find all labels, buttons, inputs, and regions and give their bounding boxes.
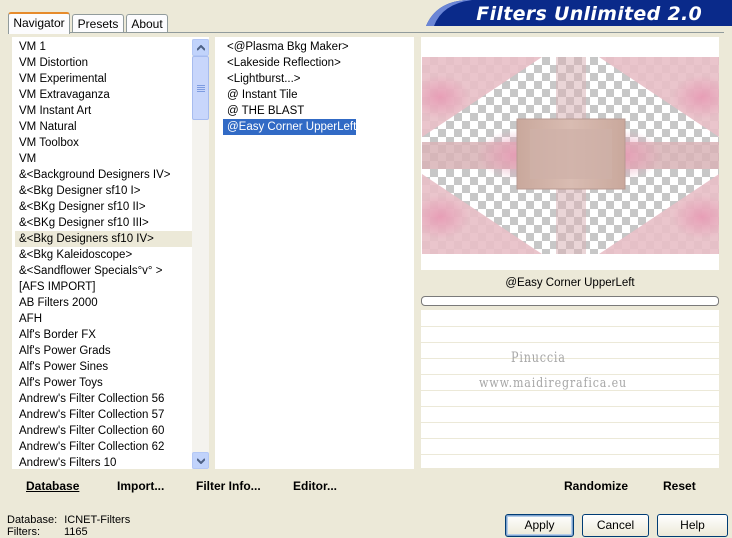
category-item[interactable]: [AFS IMPORT] bbox=[15, 279, 193, 295]
import-button[interactable]: Import... bbox=[117, 479, 164, 493]
filter-item[interactable]: <Lightburst...> bbox=[223, 71, 356, 87]
category-item[interactable]: VM 1 bbox=[15, 39, 193, 55]
category-item[interactable]: VM Extravaganza bbox=[15, 87, 193, 103]
filter-list[interactable]: <@Plasma Bkg Maker> <Lakeside Reflection>… bbox=[223, 39, 357, 135]
scroll-up-button[interactable] bbox=[192, 39, 209, 56]
filter-info-button[interactable]: Filter Info... bbox=[196, 479, 261, 493]
filter-item[interactable]: @ THE BLAST bbox=[223, 103, 356, 119]
grip-icon bbox=[197, 85, 205, 93]
category-item[interactable]: &<Background Designers IV> bbox=[15, 167, 193, 183]
preview-artwork bbox=[422, 57, 719, 254]
title-band: Filters Unlimited 2.0 bbox=[426, 0, 732, 26]
cancel-button[interactable]: Cancel bbox=[582, 514, 649, 537]
slider-track[interactable] bbox=[421, 454, 719, 455]
filter-list-panel: <@Plasma Bkg Maker> <Lakeside Reflection>… bbox=[215, 37, 414, 469]
import-label: Import... bbox=[117, 479, 165, 493]
category-item[interactable]: VM bbox=[15, 151, 193, 167]
chevron-up-icon bbox=[197, 45, 205, 51]
chevron-down-icon bbox=[197, 458, 205, 464]
category-scrollbar[interactable] bbox=[192, 39, 209, 469]
tab-navigator[interactable]: Navigator bbox=[8, 12, 70, 34]
database-label: Database bbox=[26, 479, 80, 493]
category-item[interactable]: &<Sandflower Specials°v° > bbox=[15, 263, 193, 279]
category-list[interactable]: VM 1 VM Distortion VM Experimental VM Extra… bbox=[15, 39, 193, 471]
category-item[interactable]: &<Bkg Designer sf10 I> bbox=[15, 183, 193, 199]
scroll-thumb[interactable] bbox=[192, 56, 209, 120]
filters-count-info: Filters: 1165 bbox=[7, 526, 88, 538]
filter-info-label: Filter Info... bbox=[196, 479, 261, 493]
tab-border bbox=[8, 32, 724, 33]
category-item[interactable]: VM Distortion bbox=[15, 55, 193, 71]
category-item[interactable]: Alf's Power Grads bbox=[15, 343, 193, 359]
category-item[interactable]: Andrew's Filter Collection 60 bbox=[15, 423, 193, 439]
category-item[interactable]: Alf's Power Sines bbox=[15, 359, 193, 375]
category-item[interactable]: AB Filters 2000 bbox=[15, 295, 193, 311]
category-item[interactable]: &<Bkg Designers sf10 IV> bbox=[15, 231, 193, 247]
tab-about[interactable]: About bbox=[126, 14, 168, 33]
selected-filter-name: @Easy Corner UpperLeft bbox=[421, 272, 719, 294]
apply-button[interactable]: Apply bbox=[505, 514, 574, 537]
database-button[interactable]: Database bbox=[26, 479, 79, 493]
tab-presets[interactable]: Presets bbox=[72, 14, 124, 33]
filters-count-label: Filters: bbox=[7, 526, 40, 538]
filters-count-value: 1165 bbox=[64, 526, 88, 538]
database-info: Database: ICNET-Filters bbox=[7, 514, 130, 526]
slider-track[interactable] bbox=[421, 342, 719, 343]
editor-label: Editor... bbox=[293, 479, 338, 493]
category-item[interactable]: Andrew's Filters 10 bbox=[15, 455, 193, 471]
randomize-label: Randomize bbox=[564, 479, 629, 493]
category-item[interactable]: VM Toolbox bbox=[15, 135, 193, 151]
category-item[interactable]: VM Natural bbox=[15, 119, 193, 135]
watermark-line1: Pinuccia bbox=[511, 350, 566, 366]
category-item[interactable]: Alf's Border FX bbox=[15, 327, 193, 343]
reset-label: Reset bbox=[663, 479, 696, 493]
filter-item[interactable]: <@Plasma Bkg Maker> bbox=[223, 39, 356, 55]
watermark-line2: www.maidiregrafica.eu bbox=[479, 376, 627, 391]
slider-track[interactable] bbox=[421, 358, 719, 359]
filter-item[interactable]: <Lakeside Reflection> bbox=[223, 55, 356, 71]
filter-item[interactable]: @Easy Corner UpperLeft bbox=[223, 119, 357, 135]
database-info-label: Database: bbox=[7, 514, 58, 526]
slider-track[interactable] bbox=[421, 326, 719, 327]
category-item[interactable]: Andrew's Filter Collection 56 bbox=[15, 391, 193, 407]
randomize-button[interactable]: Randomize bbox=[564, 479, 628, 493]
category-item[interactable]: Andrew's Filter Collection 57 bbox=[15, 407, 193, 423]
app-title: Filters Unlimited 2.0 bbox=[476, 3, 702, 25]
help-button[interactable]: Help bbox=[657, 514, 728, 537]
category-item[interactable]: &<BKg Designer sf10 III> bbox=[15, 215, 193, 231]
reset-button[interactable]: Reset bbox=[663, 479, 696, 493]
category-item[interactable]: Andrew's Filter Collection 62 bbox=[15, 439, 193, 455]
database-info-value: ICNET-Filters bbox=[64, 514, 131, 526]
category-item[interactable]: Alf's Power Toys bbox=[15, 375, 193, 391]
category-item[interactable]: VM Experimental bbox=[15, 71, 193, 87]
slider-track[interactable] bbox=[421, 406, 719, 407]
category-item[interactable]: &<Bkg Kaleidoscope> bbox=[15, 247, 193, 263]
scroll-down-button[interactable] bbox=[192, 452, 209, 469]
category-item[interactable]: &<BKg Designer sf10 II> bbox=[15, 199, 193, 215]
editor-button[interactable]: Editor... bbox=[293, 479, 337, 493]
slider-track[interactable] bbox=[421, 374, 719, 375]
preview-image bbox=[422, 57, 719, 254]
category-item[interactable]: AFH bbox=[15, 311, 193, 327]
filter-item[interactable]: @ Instant Tile bbox=[223, 87, 356, 103]
slider-track[interactable] bbox=[421, 422, 719, 423]
category-list-panel: VM 1 VM Distortion VM Experimental VM Extra… bbox=[12, 37, 209, 469]
progress-bar bbox=[421, 296, 719, 306]
preview-panel bbox=[421, 37, 719, 270]
slider-track[interactable] bbox=[421, 438, 719, 439]
category-item[interactable]: VM Instant Art bbox=[15, 103, 193, 119]
